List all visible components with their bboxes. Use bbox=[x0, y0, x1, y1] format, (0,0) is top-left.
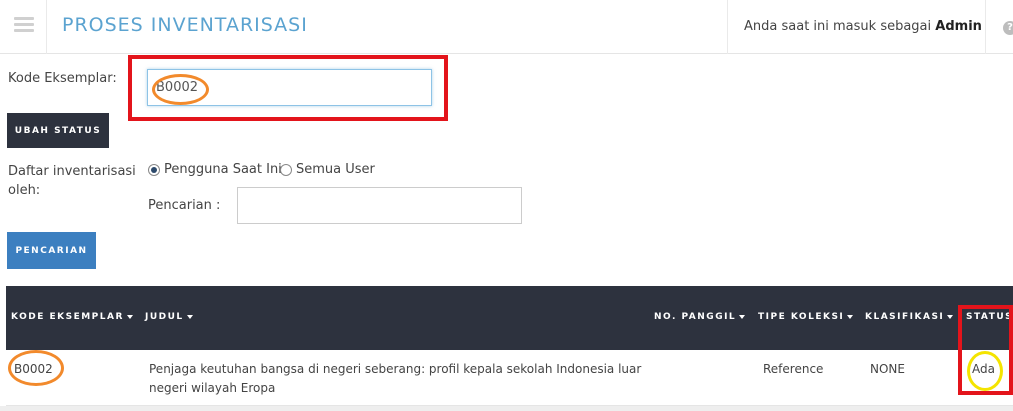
hamburger-icon[interactable] bbox=[14, 17, 34, 35]
divider bbox=[727, 0, 728, 54]
cell-kode: B0002 bbox=[14, 362, 53, 376]
user-prefix: Anda saat ini masuk sebagai bbox=[744, 19, 932, 34]
divider bbox=[46, 0, 47, 54]
pencarian-input[interactable] bbox=[237, 187, 522, 224]
page: PROSES INVENTARISASI Anda saat ini masuk… bbox=[0, 0, 1013, 411]
caret-down-icon bbox=[847, 314, 854, 319]
radio-pengguna-saat-ini[interactable] bbox=[148, 164, 160, 176]
cell-judul: Penjaga keutuhan bangsa di negeri sebera… bbox=[149, 360, 641, 398]
col-status[interactable]: STATUS bbox=[966, 312, 1013, 322]
daftar-label-line2: oleh: bbox=[8, 183, 41, 198]
cell-judul-line2: negeri wilayah Eropa bbox=[149, 381, 276, 395]
cell-klasifikasi: NONE bbox=[870, 362, 905, 376]
kode-eksemplar-input[interactable] bbox=[147, 69, 432, 106]
table-row[interactable]: B0002 Penjaga keutuhan bangsa di negeri … bbox=[6, 350, 1013, 406]
pencarian-button[interactable]: PENCARIAN bbox=[7, 232, 96, 269]
caret-down-icon bbox=[126, 314, 133, 319]
caret-down-icon bbox=[947, 314, 954, 319]
daftar-label-line1: Daftar inventarisasi bbox=[8, 164, 136, 179]
cell-judul-line1: Penjaga keutuhan bangsa di negeri sebera… bbox=[149, 362, 642, 376]
table-header: KODE EKSEMPLAR JUDUL NO. PANGGIL TIPE KO… bbox=[6, 286, 1013, 350]
help-icon[interactable]: ? bbox=[1003, 21, 1013, 35]
col-klasifikasi[interactable]: KLASIFIKASI bbox=[865, 312, 954, 322]
divider bbox=[985, 0, 986, 54]
radio-pengguna-saat-ini-label[interactable]: Pengguna Saat Ini bbox=[164, 162, 282, 177]
col-judul[interactable]: JUDUL bbox=[145, 312, 193, 322]
ubah-status-button[interactable]: UBAH STATUS bbox=[7, 113, 109, 148]
radio-semua-user-label[interactable]: Semua User bbox=[296, 162, 375, 177]
top-header: PROSES INVENTARISASI Anda saat ini masuk… bbox=[0, 0, 1013, 54]
kode-eksemplar-label: Kode Eksemplar: bbox=[8, 71, 117, 86]
cell-status: Ada bbox=[972, 362, 995, 376]
pencarian-label: Pencarian : bbox=[148, 198, 221, 213]
radio-semua-user[interactable] bbox=[280, 164, 292, 176]
caret-down-icon bbox=[186, 314, 193, 319]
daftar-inventarisasi-label: Daftar inventarisasi oleh: bbox=[8, 162, 136, 200]
cell-tipe-koleksi: Reference bbox=[763, 362, 824, 376]
page-title: PROSES INVENTARISASI bbox=[62, 14, 308, 36]
user-info: Anda saat ini masuk sebagai Admin bbox=[744, 19, 982, 34]
col-kode-eksemplar[interactable]: KODE EKSEMPLAR bbox=[11, 312, 133, 322]
col-no-panggil[interactable]: NO. PANGGIL bbox=[654, 312, 746, 322]
table-footer-strip bbox=[0, 406, 1013, 411]
user-name: Admin bbox=[935, 19, 982, 34]
col-tipe-koleksi[interactable]: TIPE KOLEKSI bbox=[758, 312, 854, 322]
caret-down-icon bbox=[739, 314, 746, 319]
